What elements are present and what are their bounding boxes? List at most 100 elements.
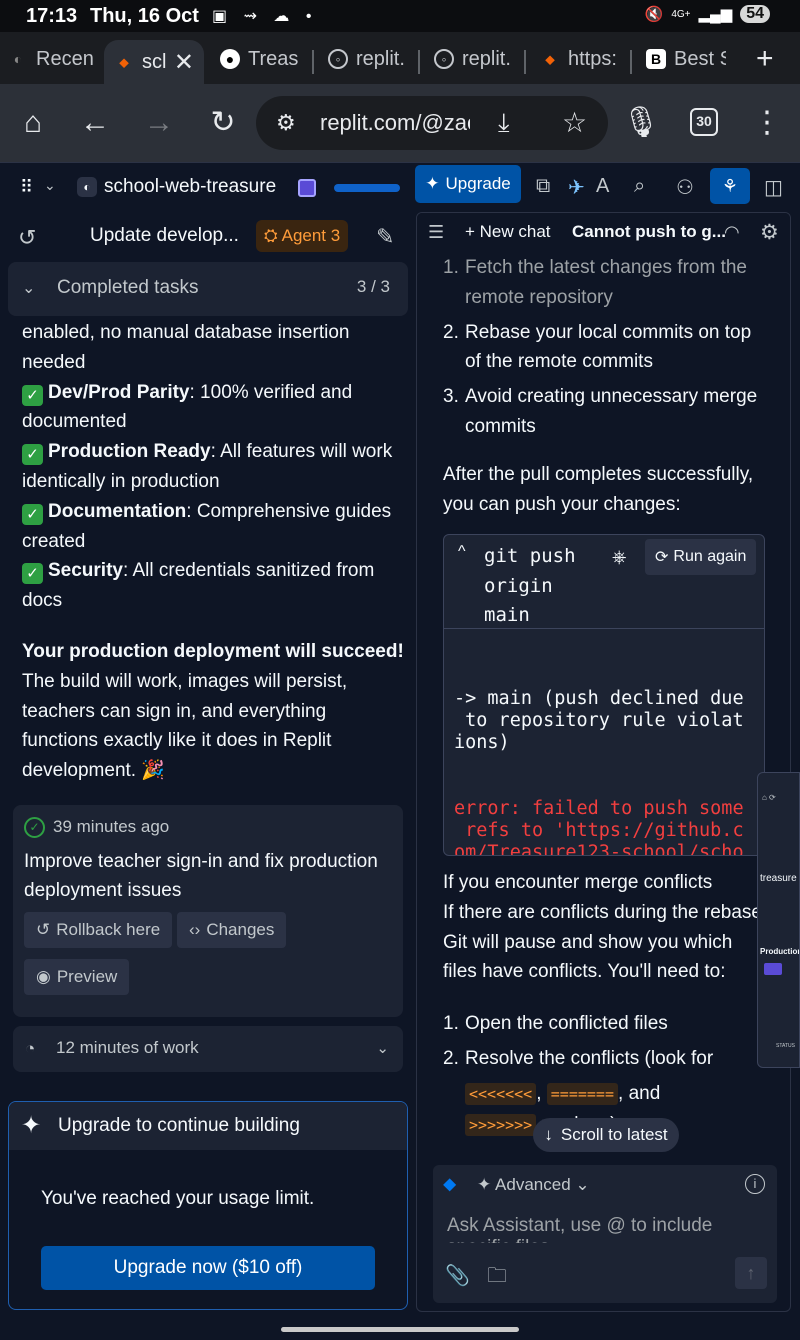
message-line: ✓ Security: All credentials sanitized fro… xyxy=(22,556,402,586)
replit-logo-icon[interactable]: ⠿ xyxy=(20,177,33,198)
list-item: 2. Resolve the conflicts (look for xyxy=(443,1047,714,1069)
message-line: documented xyxy=(22,411,127,433)
summary-heading: Your production deployment will succeed! xyxy=(22,640,404,662)
preview-tab-icon[interactable]: ⧉ xyxy=(536,175,550,198)
assistant-header: ☰ + New chat Cannot push to g... ◠ ⚙ xyxy=(417,213,790,253)
tab-count-button[interactable]: 30 xyxy=(690,108,718,136)
back-icon[interactable]: ← xyxy=(78,106,112,140)
gear-icon[interactable]: ⚙ xyxy=(760,220,779,245)
rollback-button[interactable]: ↺ Rollback here xyxy=(24,912,173,948)
usage-gauge-icon[interactable]: ◠ xyxy=(724,222,740,243)
close-tab-icon[interactable]: ✕ xyxy=(174,48,194,77)
summary-line: The build will work, images will persist… xyxy=(22,670,348,692)
url-text[interactable]: replit.com/@zac xyxy=(320,110,470,136)
completed-tasks-toggle[interactable]: ⌄ Completed tasks 3 / 3 xyxy=(8,262,408,316)
chevron-down-icon[interactable]: ⌄ xyxy=(44,177,56,194)
browser-tab-active[interactable]: ⬥ scl ✕ xyxy=(104,40,204,84)
upgrade-now-button[interactable]: Upgrade now ($10 off) xyxy=(41,1246,375,1290)
browser-tab-best[interactable]: B Best S xyxy=(646,40,726,78)
message-line: enabled, no manual database insertion xyxy=(22,322,350,343)
chat-composer: ⬥ ✦ Advanced ⌄ i Ask Assistant, use @ to… xyxy=(433,1165,777,1303)
check-icon: ✓ xyxy=(22,384,43,406)
check-icon: ✓ xyxy=(22,444,43,466)
agent-tab-label[interactable]: A xyxy=(596,175,609,198)
assistant-logo-icon: ⬥ xyxy=(443,1174,457,1195)
preview-button[interactable]: ◉ Preview xyxy=(24,959,130,995)
signal-icon: ▂▄▆ xyxy=(698,6,733,23)
b-icon: B xyxy=(646,49,666,69)
bookmark-star-icon[interactable]: ☆ xyxy=(562,106,587,139)
attach-icon[interactable]: 📎 xyxy=(445,1263,470,1288)
download-icon[interactable]: ⤓ xyxy=(498,107,510,139)
gesture-nav-handle[interactable] xyxy=(281,1327,519,1332)
chevron-down-icon: ⌄ xyxy=(376,1040,389,1057)
home-icon[interactable]: ⌂ xyxy=(16,106,50,140)
microphone-icon[interactable]: 🎙 xyxy=(622,106,660,140)
reload-icon[interactable]: ↻ xyxy=(206,106,240,140)
mute-icon: 🔇 xyxy=(644,6,664,23)
add-folder-icon[interactable]: 🗀 xyxy=(487,1261,507,1295)
send-button[interactable]: ↑ xyxy=(735,1257,767,1289)
browser-tab-replit-2[interactable]: ◦ replit. xyxy=(434,40,518,78)
history-icon[interactable]: ↺ xyxy=(18,225,36,251)
upgrade-button[interactable]: ✦ Upgrade xyxy=(415,165,521,203)
replit-header: ⠿ ⌄ ◐ school-web-treasure ✦ Upgrade ⧉ ✈ … xyxy=(0,162,800,212)
assistant-message: 1. Fetch the latest changes from the remo… xyxy=(443,253,768,531)
agent-icon: ⛭ xyxy=(264,226,278,245)
browser-tab-replit-1[interactable]: ◦ replit. xyxy=(328,40,412,78)
search-icon[interactable]: ⌕ xyxy=(634,175,645,198)
browser-tab-github[interactable]: ● Treas xyxy=(220,40,306,78)
list-item: 2. Rebase your local commits on top of th… xyxy=(443,321,752,373)
message-line: created xyxy=(22,530,86,552)
tab-divider xyxy=(418,50,420,74)
run-again-button[interactable]: ⟳ Run again xyxy=(645,539,757,575)
agent-thread-title[interactable]: Update develop... xyxy=(90,225,239,247)
list-item: 1. Fetch the latest changes from the remo… xyxy=(443,257,747,308)
agent-tab-icon[interactable]: ✈ xyxy=(568,175,585,200)
work-duration-toggle[interactable]: ◔ 12 minutes of work ⌄ xyxy=(13,1026,403,1072)
info-icon[interactable]: i xyxy=(745,1174,765,1194)
conflict-marker: <<<<<<< xyxy=(465,1082,537,1105)
new-tab-button[interactable]: + xyxy=(756,40,796,78)
repl-name[interactable]: school-web-treasure xyxy=(104,176,276,198)
assistant-message-continued: If you encounter merge conflicts If ther… xyxy=(443,868,768,1140)
replit-icon: ⬥ xyxy=(545,50,555,67)
rollback-icon: ↺ xyxy=(36,920,51,939)
agent-message: enabled, no manual database insertion ne… xyxy=(22,318,404,786)
new-chat-button[interactable]: + New chat xyxy=(465,222,551,242)
scroll-to-latest-button[interactable]: ↓ Scroll to latest xyxy=(533,1118,679,1152)
clock: 17:13 xyxy=(26,5,78,27)
chat-title[interactable]: Cannot push to g... xyxy=(572,222,726,242)
browser-tab-recent[interactable]: ◐ Recen xyxy=(8,40,96,78)
collapse-icon[interactable]: ^ xyxy=(458,543,466,561)
usage-progress-bar xyxy=(334,184,400,192)
mode-selector[interactable]: ✦ Advanced ⌄ xyxy=(477,1175,590,1195)
forward-icon[interactable]: → xyxy=(142,106,176,140)
chevron-down-icon: ⌄ xyxy=(22,280,36,297)
more-menu-icon[interactable]: ⋮ xyxy=(750,106,784,140)
agent-panel-header: ↺ Update develop... ⛭ Agent 3 ✎ xyxy=(0,212,414,260)
panel-layout-icon[interactable]: ◫ xyxy=(764,175,783,200)
browser-toolbar: ⌂ ← → ↻ ⚙ replit.com/@zac ⤓ ☆ 🎙 30 ⋮ xyxy=(0,84,800,162)
globe-icon: ◦ xyxy=(434,49,454,69)
paragraph: After the pull completes successfully, y… xyxy=(443,463,754,515)
replit-icon: ⬥ xyxy=(119,53,129,70)
chat-input[interactable]: Ask Assistant, use @ to include specific… xyxy=(447,1215,747,1243)
address-bar[interactable]: ⚙ replit.com/@zac ⤓ ☆ xyxy=(256,96,608,150)
replit-icon: ◐ xyxy=(13,51,23,67)
thumb-toolbar: ⌂ ⟳ xyxy=(762,793,776,802)
checkmark-circle-icon: ✓ xyxy=(24,817,45,838)
usage-limit-text: You've reached your usage limit. xyxy=(41,1188,315,1209)
browser-tab-https[interactable]: ⬥ https: xyxy=(540,40,620,78)
floating-window-thumbnail[interactable]: ⌂ ⟳ treasure Production STATUS xyxy=(757,772,800,1068)
shell-icon: ⎈ xyxy=(612,547,627,567)
changes-button[interactable]: ‹› Changes xyxy=(177,912,287,948)
assistant-toggle-button[interactable]: ⚘ xyxy=(710,168,750,204)
site-settings-icon[interactable]: ⚙ xyxy=(276,110,296,136)
chat-list-icon[interactable]: ☰ xyxy=(428,222,444,243)
invite-user-icon[interactable]: ⚇ xyxy=(676,175,694,200)
new-thread-icon[interactable]: ✎ xyxy=(376,224,394,250)
summary-line: functions exactly like it does in Replit xyxy=(22,730,332,752)
summary-line: development. 🎉 xyxy=(22,760,166,782)
agent-badge[interactable]: ⛭ Agent 3 xyxy=(256,220,349,252)
